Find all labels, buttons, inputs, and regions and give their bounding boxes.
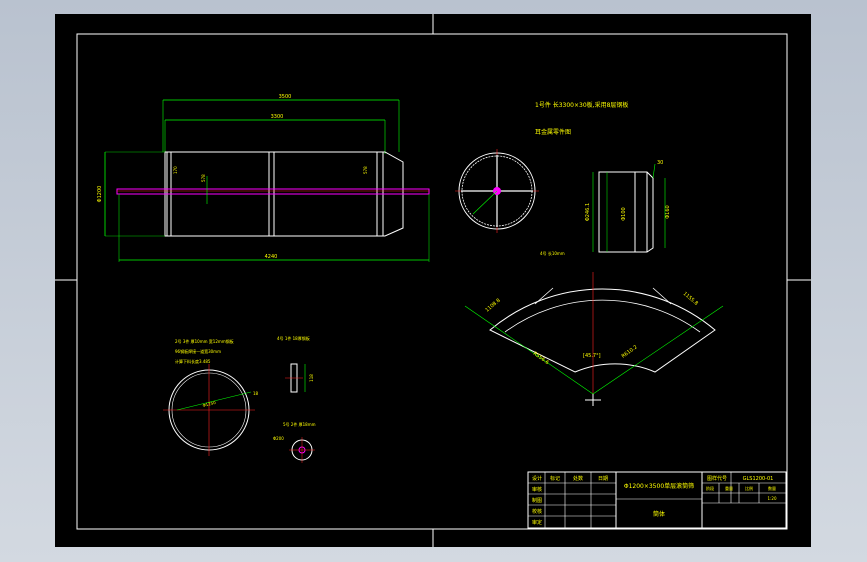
note-part5: 5号 2件 厚18mm: [283, 421, 316, 427]
dim-circle-side: 18: [253, 391, 259, 396]
drum-end-view: [455, 149, 539, 233]
dim-small-d: Φ200: [273, 436, 284, 441]
drum-side-view: 3500 3300 Φ1200 170 578 578 4240: [97, 94, 430, 262]
dim-seg-578b: 578: [363, 166, 368, 174]
title-block[interactable]: 设计 审核 制图 校核 审定 标记 处数 日期 Φ1200×3500单层滚筒筛 …: [527, 471, 787, 529]
tb-row-label-0: 设计: [532, 475, 542, 482]
dim-diameter: Φ1200: [97, 186, 103, 203]
notes: 1号件 长3300×30板,采用8层钢板 耳金属零件图 4号 长10mm 2号 …: [175, 101, 628, 427]
tb-part-name: 筒体: [653, 510, 665, 518]
tb-row-label-1: 审核: [532, 486, 542, 493]
note-part2: 4号 长10mm: [540, 250, 565, 256]
tb-sub-header-0: 阶段: [706, 485, 714, 491]
tb-sub-header-2: 比例: [745, 485, 753, 491]
dim-circle-d: Φ1250: [202, 400, 217, 408]
flange-detail: 30 Φ246.1 Φ100 Φ160: [585, 160, 671, 253]
tb-col-header-1: 处数: [573, 475, 583, 482]
tb-sub-header-1: 重量: [725, 485, 733, 491]
dim-seg-578: 578: [201, 174, 206, 182]
disc-part5: Φ200: [273, 436, 315, 463]
dim-inner-length: 3300: [271, 114, 284, 120]
dim-flange-d3: Φ160: [665, 205, 671, 218]
dim-seg-170: 170: [173, 166, 178, 174]
tb-row-label-2: 制图: [532, 497, 542, 504]
dim-arc-r1: R556.6: [532, 351, 550, 366]
dim-arc-left: 1108.8: [484, 298, 501, 314]
tb-row-label-3: 校核: [532, 508, 542, 515]
tb-drawing-no: GLS1200-01: [743, 476, 774, 482]
dim-flange-d2: Φ100: [621, 207, 627, 220]
tb-drawing-no-label: 图样代号: [707, 475, 727, 482]
main-shaft: [116, 188, 430, 195]
cad-viewport: 3500 3300 Φ1200 170 578 578 4240 30 Φ246…: [0, 0, 867, 562]
tb-sub-header-3: 数量: [768, 485, 776, 491]
note-part4: 4号 1件 18厚钢板: [277, 335, 310, 341]
drawing-sheet[interactable]: 3500 3300 Φ1200 170 578 578 4240 30 Φ246…: [55, 14, 811, 547]
tb-col-header-0: 标记: [550, 475, 560, 482]
note-part3-line2: 96钢板焊接一道宽30mm: [175, 348, 221, 354]
arc-development: 1108.8 1155.8 R556.6 R610.2 [45.7°]: [464, 272, 724, 406]
dim-flange-top: 30: [657, 160, 663, 166]
ring-part3: Φ1250 18: [163, 364, 259, 456]
tb-scale: 1:20: [768, 496, 777, 501]
dim-arc-right: 1155.8: [682, 291, 699, 307]
note-part1-line2: 耳金属零件图: [535, 128, 571, 136]
note-part1-line1: 1号件 长3300×30板,采用8层钢板: [535, 101, 628, 109]
note-part3-line1: 2号 3件 厚10mm 宽12mm钢板: [175, 338, 234, 344]
dim-small-h: 118: [309, 374, 314, 382]
dim-bottom-length: 4240: [265, 254, 278, 260]
dim-arc-angle: [45.7°]: [583, 353, 601, 359]
tb-title: Φ1200×3500单层滚筒筛: [624, 482, 694, 490]
dim-flange-d1: Φ246.1: [585, 203, 591, 221]
drawing-border: [76, 33, 788, 530]
drawing-canvas: 3500 3300 Φ1200 170 578 578 4240 30 Φ246…: [55, 14, 811, 547]
note-part3-line3: 计算下料长度3.485: [175, 358, 211, 364]
dim-overall-length: 3500: [279, 94, 292, 100]
dim-arc-r2: R610.2: [621, 344, 639, 359]
plate-part4: 118: [285, 363, 314, 393]
tb-row-label-4: 审定: [532, 519, 542, 526]
tb-col-header-3: 日期: [598, 476, 608, 482]
